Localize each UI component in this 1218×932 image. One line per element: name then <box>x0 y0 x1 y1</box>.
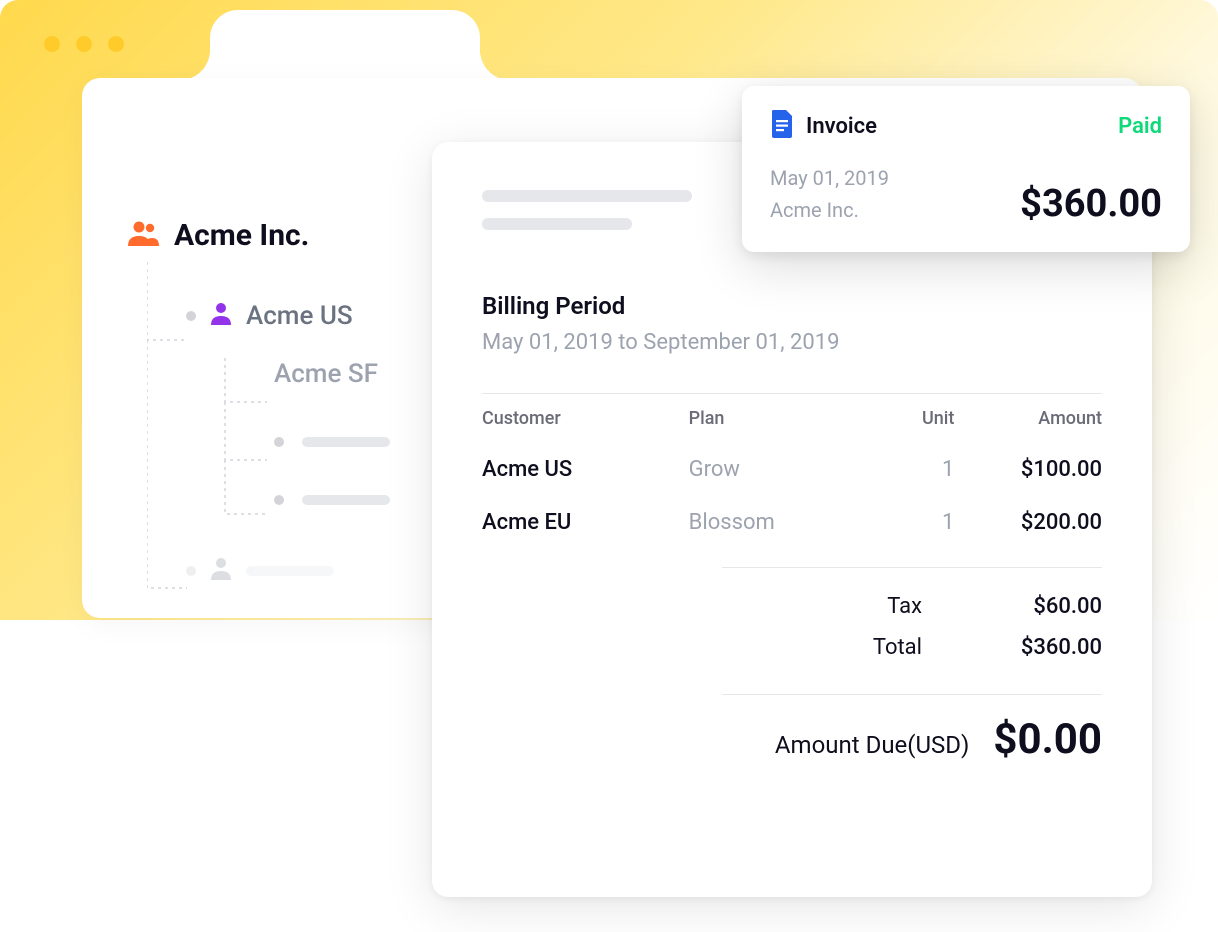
skeleton-line <box>302 495 390 505</box>
col-customer: Customer <box>482 408 689 429</box>
cell-plan: Grow <box>689 457 866 482</box>
amount-due-value: $0.00 <box>993 715 1102 764</box>
total-value: $360.00 <box>982 635 1102 660</box>
tree-skeleton-item <box>274 437 448 447</box>
tree-child-label: Acme US <box>246 301 353 331</box>
cell-amount: $100.00 <box>954 457 1102 482</box>
tree-grandchild[interactable]: Acme SF <box>274 359 448 389</box>
total-row: Total $360.00 <box>482 627 1102 668</box>
tree-skeleton-item <box>274 495 448 505</box>
tax-value: $60.00 <box>982 594 1102 619</box>
billing-period-title: Billing Period <box>482 292 1102 320</box>
person-icon <box>210 302 232 330</box>
divider <box>722 567 1102 568</box>
skeleton-line <box>246 566 334 576</box>
tree-root-label: Acme Inc. <box>174 218 309 253</box>
skeleton-line <box>482 190 692 202</box>
tree-node-dot <box>186 566 196 576</box>
amount-due-label: Amount Due(USD) <box>775 731 970 759</box>
status-badge: Paid <box>1118 114 1162 139</box>
tree-child-faded <box>186 557 448 585</box>
cell-unit: 1 <box>866 510 955 535</box>
popup-company: Acme Inc. <box>770 194 889 226</box>
invoice-card: Billing Period May 01, 2019 to September… <box>432 142 1152 897</box>
tree-node-dot <box>186 311 196 321</box>
cell-unit: 1 <box>866 457 955 482</box>
cell-customer: Acme EU <box>482 510 689 535</box>
col-amount: Amount <box>954 408 1102 429</box>
col-unit: Unit <box>866 408 955 429</box>
divider <box>722 694 1102 695</box>
browser-tab[interactable] <box>210 10 480 80</box>
window-dot <box>108 36 124 52</box>
window-controls <box>44 36 124 52</box>
tree-node-dot <box>274 495 284 505</box>
popup-title: Invoice <box>806 114 877 139</box>
cell-customer: Acme US <box>482 457 689 482</box>
window-dot <box>76 36 92 52</box>
tree-root[interactable]: Acme Inc. <box>128 218 448 253</box>
tax-row: Tax $60.00 <box>482 586 1102 627</box>
tax-label: Tax <box>887 594 922 619</box>
document-icon <box>770 110 794 142</box>
col-plan: Plan <box>689 408 866 429</box>
table-row: Acme EU Blossom 1 $200.00 <box>482 496 1102 549</box>
invoice-summary-card[interactable]: Invoice Paid May 01, 2019 Acme Inc. $360… <box>742 86 1190 252</box>
popup-date: May 01, 2019 <box>770 162 889 194</box>
billing-period-range: May 01, 2019 to September 01, 2019 <box>482 330 1102 355</box>
amount-due-row: Amount Due(USD) $0.00 <box>482 715 1102 764</box>
cell-plan: Blossom <box>689 510 866 535</box>
people-icon <box>128 220 160 252</box>
skeleton-line <box>302 437 390 447</box>
total-label: Total <box>873 635 922 660</box>
tree-grandchild-label: Acme SF <box>274 359 378 389</box>
window-dot <box>44 36 60 52</box>
popup-amount: $360.00 <box>1020 182 1162 226</box>
skeleton-line <box>482 218 632 230</box>
account-tree: Acme Inc. Acme US Acme SF <box>128 218 448 585</box>
tree-node-dot <box>274 437 284 447</box>
popup-meta: May 01, 2019 Acme Inc. <box>770 162 889 226</box>
tree-child[interactable]: Acme US <box>186 301 448 331</box>
table-row: Acme US Grow 1 $100.00 <box>482 443 1102 496</box>
cell-amount: $200.00 <box>954 510 1102 535</box>
table-header: Customer Plan Unit Amount <box>482 394 1102 443</box>
person-icon <box>210 557 232 585</box>
